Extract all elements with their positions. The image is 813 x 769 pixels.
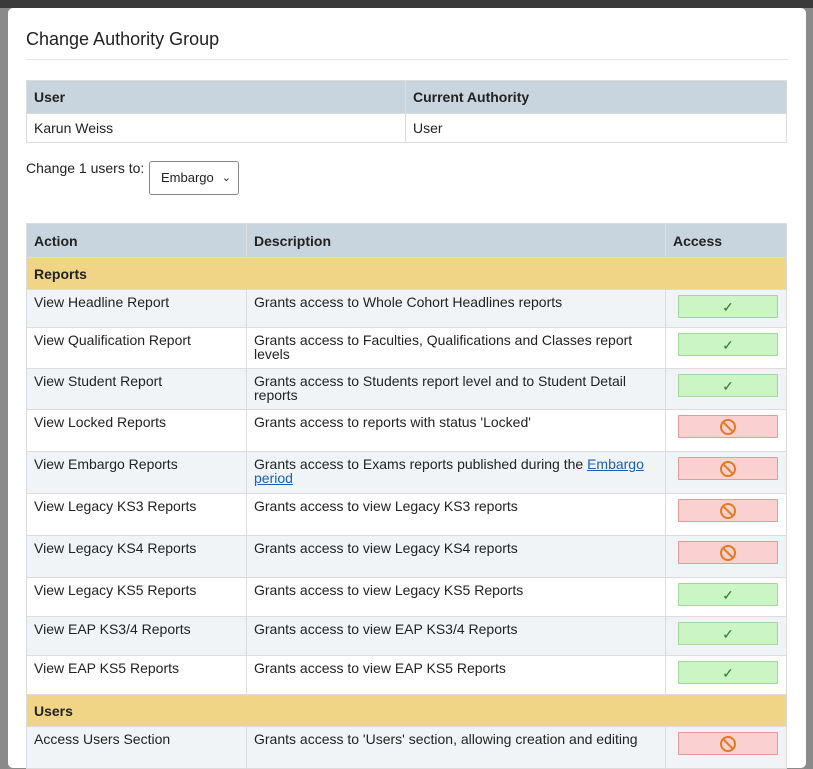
access-denied-badge: [678, 457, 778, 480]
access-denied-badge: [678, 415, 778, 438]
description-text: Grants access to Exams reports published…: [254, 456, 584, 472]
column-header-current-authority: Current Authority: [405, 80, 787, 114]
description-text: Grants access to 'Users' section, allowi…: [254, 731, 638, 747]
table-row: View EAP KS3/4 Reports Grants access to v…: [26, 616, 787, 656]
action-cell: View Headline Report: [26, 289, 247, 328]
description-cell: Grants access to Whole Cohort Headlines …: [246, 289, 666, 328]
page-backdrop: [0, 0, 813, 8]
table-row: Access Users Section Grants access to 'Us…: [26, 726, 787, 769]
chevron-down-icon: ⌄: [221, 172, 231, 184]
prohibited-icon: [720, 460, 736, 477]
change-users-label: Change 1 users to:: [26, 160, 145, 176]
prohibited-icon: [720, 502, 736, 519]
authority-permissions-table: Action Description Access Reports View He…: [26, 223, 787, 769]
access-allowed-badge: ✓: [678, 333, 778, 356]
table-row: View Embargo Reports Grants access to Exa…: [26, 451, 787, 494]
access-cell: ✓: [665, 327, 787, 369]
change-authority-modal: Change Authority Group User Current Auth…: [8, 8, 806, 769]
access-denied-badge: [678, 499, 778, 522]
table-row: View Legacy KS3 Reports Grants access to …: [26, 493, 787, 536]
table-row: View Qualification Report Grants access t…: [26, 327, 787, 369]
action-cell: View Student Report: [26, 368, 247, 410]
description-cell: Grants access to view EAP KS3/4 Reports: [246, 616, 666, 656]
description-text: Grants access to view Legacy KS4 reports: [254, 540, 518, 556]
group-heading: Users: [26, 694, 787, 727]
check-icon: ✓: [722, 377, 734, 394]
description-cell: Grants access to Students report level a…: [246, 368, 666, 410]
action-cell: View Qualification Report: [26, 327, 247, 369]
authority-group-select[interactable]: Embargo ⌄: [149, 161, 239, 195]
check-icon: ✓: [722, 625, 734, 642]
table-row: View Legacy KS5 Reports Grants access to …: [26, 577, 787, 617]
table-row: View Locked Reports Grants access to repo…: [26, 409, 787, 452]
action-cell: View Locked Reports: [26, 409, 247, 452]
check-icon: ✓: [722, 336, 734, 353]
action-cell: Access Users Section: [26, 726, 247, 769]
check-icon: ✓: [722, 664, 734, 681]
check-icon: ✓: [722, 586, 734, 603]
access-cell: ✓: [665, 616, 787, 656]
description-text: Grants access to view Legacy KS3 reports: [254, 498, 518, 514]
prohibited-icon: [720, 544, 736, 561]
group-heading: Reports: [26, 257, 787, 290]
action-cell: View Legacy KS5 Reports: [26, 577, 247, 617]
access-allowed-badge: ✓: [678, 295, 778, 318]
description-cell: Grants access to view Legacy KS4 reports: [246, 535, 666, 578]
access-cell: [665, 409, 787, 452]
access-allowed-badge: ✓: [678, 374, 778, 397]
description-cell: Grants access to Faculties, Qualificatio…: [246, 327, 666, 369]
select-value: Embargo: [161, 170, 214, 185]
table-row: Karun Weiss User: [26, 113, 787, 143]
description-cell: Grants access to view Legacy KS3 reports: [246, 493, 666, 536]
current-authority-cell: User: [405, 113, 787, 143]
description-cell: Grants access to view EAP KS5 Reports: [246, 655, 666, 695]
description-text: Grants access to Students report level a…: [254, 373, 626, 403]
action-cell: View Legacy KS4 Reports: [26, 535, 247, 578]
action-cell: View Embargo Reports: [26, 451, 247, 494]
description-text: Grants access to view Legacy KS5 Reports: [254, 582, 524, 598]
access-cell: ✓: [665, 577, 787, 617]
column-header-user: User: [26, 80, 406, 114]
description-cell: Grants access to 'Users' section, allowi…: [246, 726, 666, 769]
description-text: Grants access to Faculties, Qualificatio…: [254, 332, 633, 362]
action-cell: View Legacy KS3 Reports: [26, 493, 247, 536]
description-text: Grants access to Whole Cohort Headlines …: [254, 294, 563, 310]
description-text: Grants access to view EAP KS5 Reports: [254, 660, 506, 676]
column-header-access: Access: [665, 223, 787, 258]
column-header-description: Description: [246, 223, 666, 258]
access-cell: [665, 726, 787, 769]
access-cell: ✓: [665, 368, 787, 410]
group-row: Reports: [26, 257, 787, 290]
description-text: Grants access to view EAP KS3/4 Reports: [254, 621, 518, 637]
prohibited-icon: [720, 418, 736, 435]
user-table: User Current Authority Karun Weiss User: [26, 80, 787, 143]
title-divider: [26, 59, 788, 60]
table-row: View EAP KS5 Reports Grants access to vie…: [26, 655, 787, 695]
table-row: View Student Report Grants access to Stud…: [26, 368, 787, 410]
access-allowed-badge: ✓: [678, 661, 778, 684]
description-cell: Grants access to Exams reports published…: [246, 451, 666, 494]
access-cell: [665, 535, 787, 578]
access-denied-badge: [678, 732, 778, 755]
action-cell: View EAP KS5 Reports: [26, 655, 247, 695]
action-cell: View EAP KS3/4 Reports: [26, 616, 247, 656]
description-text: Grants access to reports with status 'Lo…: [254, 414, 531, 430]
modal-title: Change Authority Group: [26, 29, 220, 49]
access-allowed-badge: ✓: [678, 583, 778, 606]
table-row: View Headline Report Grants access to Who…: [26, 289, 787, 328]
access-cell: ✓: [665, 655, 787, 695]
group-row: Users: [26, 694, 787, 727]
access-cell: ✓: [665, 289, 787, 328]
table-row: View Legacy KS4 Reports Grants access to …: [26, 535, 787, 578]
column-header-action: Action: [26, 223, 247, 258]
user-name-cell: Karun Weiss: [26, 113, 406, 143]
check-icon: ✓: [722, 298, 734, 315]
access-allowed-badge: ✓: [678, 622, 778, 645]
description-cell: Grants access to reports with status 'Lo…: [246, 409, 666, 452]
description-cell: Grants access to view Legacy KS5 Reports: [246, 577, 666, 617]
prohibited-icon: [720, 735, 736, 752]
access-denied-badge: [678, 541, 778, 564]
access-cell: [665, 493, 787, 536]
access-cell: [665, 451, 787, 494]
